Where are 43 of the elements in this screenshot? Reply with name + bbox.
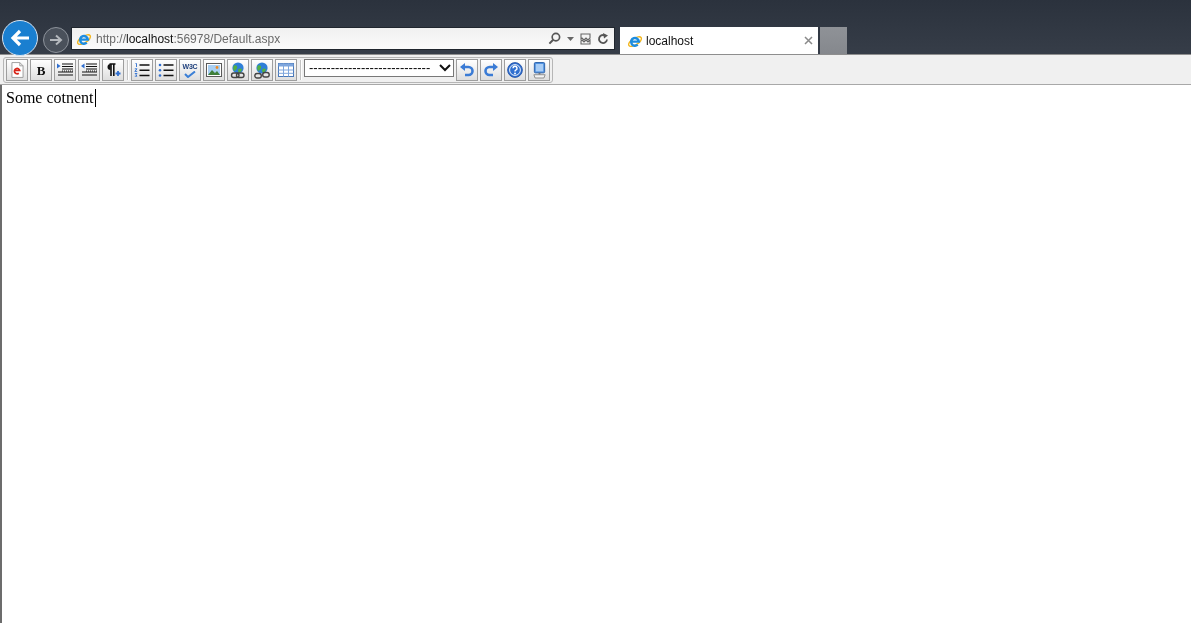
search-icon[interactable]	[548, 32, 561, 45]
format-dropdown[interactable]: ----------------------------	[304, 59, 454, 77]
page-e-icon	[10, 62, 24, 78]
globe-chain-icon	[230, 61, 246, 79]
back-button[interactable]	[2, 20, 38, 56]
redo-icon	[484, 62, 498, 78]
insert-link-button[interactable]	[227, 59, 249, 81]
indent-button[interactable]	[54, 59, 76, 81]
numbered-list-button[interactable]	[131, 59, 153, 81]
help-icon	[507, 62, 523, 78]
refresh-icon[interactable]	[597, 32, 609, 45]
picture-icon	[206, 63, 222, 77]
browser-tab[interactable]: localhost	[620, 27, 818, 54]
torn-page-icon[interactable]	[580, 32, 591, 45]
insert-image-button[interactable]	[203, 59, 225, 81]
globe-broken-chain-icon	[254, 61, 270, 79]
undo-icon	[460, 62, 474, 78]
bullet-list-button[interactable]	[155, 59, 177, 81]
arrow-right-icon	[49, 34, 63, 46]
chevron-down-icon	[439, 64, 451, 72]
paragraph-button[interactable]	[102, 59, 124, 81]
monitor-icon	[531, 61, 547, 79]
paragraph-plus-icon	[105, 63, 121, 77]
indent-icon	[57, 63, 73, 77]
remove-link-button[interactable]	[251, 59, 273, 81]
outdent-button[interactable]	[78, 59, 100, 81]
preview-button[interactable]	[528, 59, 550, 81]
address-field[interactable]: http://localhost:56978/Default.aspx	[71, 27, 615, 50]
undo-button[interactable]	[456, 59, 478, 81]
help-button[interactable]	[504, 59, 526, 81]
numbered-list-icon	[134, 62, 150, 78]
bullet-list-icon	[158, 62, 174, 78]
insert-table-button[interactable]	[275, 59, 297, 81]
arrow-left-icon	[10, 29, 30, 47]
close-icon[interactable]	[804, 36, 813, 45]
bold-button[interactable]: B	[30, 59, 52, 81]
redo-button[interactable]	[480, 59, 502, 81]
html-source-button[interactable]	[6, 59, 28, 81]
caret-down-icon[interactable]	[567, 36, 574, 41]
table-icon	[278, 63, 294, 77]
outdent-icon	[81, 63, 97, 77]
checkmark-icon	[184, 70, 196, 78]
editor-text: Some cotnent	[6, 89, 94, 107]
